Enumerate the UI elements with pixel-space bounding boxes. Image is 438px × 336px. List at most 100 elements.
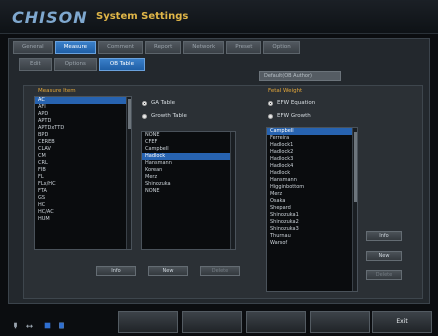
radio-efw-equation[interactable]: EFW Equation — [268, 100, 315, 106]
scroll-thumb[interactable] — [128, 99, 131, 129]
measure-item-label: Measure Item — [38, 88, 76, 94]
function-button-2[interactable] — [182, 311, 242, 333]
main-tabs: General Measure Comment Report Network P… — [13, 41, 300, 54]
efw-list-item[interactable]: Shinozuka2 — [267, 219, 357, 226]
efw-list-item[interactable]: Hansmann — [267, 177, 357, 184]
ob-author-select[interactable]: Default(OB Author) — [259, 71, 341, 81]
efw-list-item[interactable]: Osaka — [267, 198, 357, 205]
measure-list-item[interactable]: AC — [35, 97, 131, 104]
disk-icon — [44, 322, 51, 329]
measure-list-item[interactable]: BPD — [35, 132, 131, 139]
radio-ga-label: GA Table — [151, 100, 175, 106]
efw-info-button[interactable]: Info — [366, 231, 402, 241]
network-icon — [26, 324, 33, 328]
efw-list-item[interactable]: Shepard — [267, 205, 357, 212]
sub-tabs: Edit Options OB Table — [19, 58, 145, 71]
radio-dot-icon — [142, 113, 147, 119]
efw-list-item[interactable]: Hadlock — [267, 170, 357, 177]
measure-list-item[interactable]: HC — [35, 202, 131, 209]
efw-list-item[interactable]: Hadlock2 — [267, 149, 357, 156]
tab-network[interactable]: Network — [183, 41, 225, 54]
author-list-item[interactable]: Shinozuka — [142, 181, 235, 188]
exit-button[interactable]: Exit — [372, 311, 432, 333]
author-list-item[interactable]: NONE — [142, 188, 235, 195]
measure-list-item[interactable]: APD — [35, 111, 131, 118]
fetal-weight-label: Fetal Weight — [268, 88, 303, 94]
measure-list-item[interactable]: HUM — [35, 216, 131, 223]
efw-list-item[interactable]: Thurnau — [267, 233, 357, 240]
radio-efw-eq-label: EFW Equation — [277, 100, 316, 106]
measure-list-item[interactable]: CLAV — [35, 146, 131, 153]
brand-logo: CHISON — [12, 8, 88, 27]
efw-scrollbar[interactable] — [352, 128, 357, 291]
ob-table-content: Measure Item AC AFI APD APTD APTDxTTD BPD CERE… — [23, 85, 423, 299]
author-list-item[interactable]: NONE — [142, 132, 235, 139]
efw-list-item[interactable]: Shinozuka3 — [267, 226, 357, 233]
usb-icon — [14, 322, 17, 329]
author-list-item[interactable]: Campbell — [142, 146, 235, 153]
author-list-item[interactable]: Hadlock — [142, 153, 235, 160]
bottom-bar: Exit — [0, 308, 438, 336]
measure-list-item[interactable]: GS — [35, 195, 131, 202]
battery-icon — [59, 322, 64, 329]
author-delete-button[interactable]: Delete — [200, 266, 240, 276]
efw-delete-button[interactable]: Delete — [366, 270, 402, 280]
author-scrollbar[interactable] — [230, 132, 235, 249]
radio-growth-table[interactable]: Growth Table — [142, 113, 187, 119]
radio-dot-icon — [142, 100, 147, 106]
tab-general[interactable]: General — [13, 41, 53, 54]
measure-list-item[interactable]: CM — [35, 153, 131, 160]
function-button-3[interactable] — [246, 311, 306, 333]
efw-list-item[interactable]: Hadlock1 — [267, 142, 357, 149]
measure-list-item[interactable]: APTD — [35, 118, 131, 125]
efw-list-item[interactable]: Shinozuka1 — [267, 212, 357, 219]
measure-list-item[interactable]: FIB — [35, 167, 131, 174]
author-list-item[interactable]: Merz — [142, 174, 235, 181]
efw-list[interactable]: Campbell Ferreira Hadlock1 Hadlock2 Hadlock3… — [266, 127, 358, 292]
subtab-options[interactable]: Options — [53, 58, 97, 71]
author-list-item[interactable]: Korean — [142, 167, 235, 174]
radio-efw-growth-label: EFW Growth — [277, 113, 311, 119]
tab-comment[interactable]: Comment — [98, 41, 144, 54]
measure-list-item[interactable]: FLx/HC — [35, 181, 131, 188]
efw-new-button[interactable]: New — [366, 251, 402, 261]
settings-panel: General Measure Comment Report Network P… — [8, 38, 430, 304]
function-button-4[interactable] — [310, 311, 370, 333]
efw-list-item[interactable]: Merz — [267, 191, 357, 198]
efw-list-item[interactable]: Warsof — [267, 240, 357, 247]
scroll-thumb[interactable] — [354, 132, 357, 202]
author-new-button[interactable]: New — [148, 266, 188, 276]
tab-report[interactable]: Report — [145, 41, 182, 54]
efw-list-item[interactable]: Hadlock4 — [267, 163, 357, 170]
author-info-button[interactable]: Info — [96, 266, 136, 276]
function-button-1[interactable] — [118, 311, 178, 333]
measure-list-item[interactable]: AFI — [35, 104, 131, 111]
efw-list-item[interactable]: Hadlock3 — [267, 156, 357, 163]
tab-preset[interactable]: Preset — [226, 41, 262, 54]
radio-ga-table[interactable]: GA Table — [142, 100, 175, 106]
measure-list-item[interactable]: FTA — [35, 188, 131, 195]
window-title: System Settings — [96, 11, 189, 22]
tab-measure[interactable]: Measure — [54, 41, 97, 54]
tab-option[interactable]: Option — [263, 41, 300, 54]
measure-list-item[interactable]: CEREB — [35, 139, 131, 146]
radio-dot-icon — [268, 113, 273, 119]
measure-list-item[interactable]: HC/AC — [35, 209, 131, 216]
subtab-ob-table[interactable]: OB Table — [98, 58, 145, 71]
author-list-item[interactable]: CFEF — [142, 139, 235, 146]
efw-list-item[interactable]: Campbell — [267, 128, 357, 135]
author-list[interactable]: NONE CFEF Campbell Hadlock Hansmann Korean Mer… — [141, 131, 236, 250]
radio-efw-growth[interactable]: EFW Growth — [268, 113, 311, 119]
measure-scrollbar[interactable] — [126, 97, 131, 249]
efw-list-item[interactable]: Higginbottom — [267, 184, 357, 191]
subtab-edit[interactable]: Edit — [19, 58, 52, 71]
radio-dot-icon — [268, 100, 273, 106]
radio-growth-label: Growth Table — [151, 113, 187, 119]
measure-item-list[interactable]: AC AFI APD APTD APTDxTTD BPD CEREB CLAV CM CRL FIB… — [34, 96, 132, 250]
title-bar: CHISON System Settings — [0, 0, 438, 34]
author-list-item[interactable]: Hansmann — [142, 160, 235, 167]
efw-list-item[interactable]: Ferreira — [267, 135, 357, 142]
measure-list-item[interactable]: FL — [35, 174, 131, 181]
measure-list-item[interactable]: CRL — [35, 160, 131, 167]
measure-list-item[interactable]: APTDxTTD — [35, 125, 131, 132]
